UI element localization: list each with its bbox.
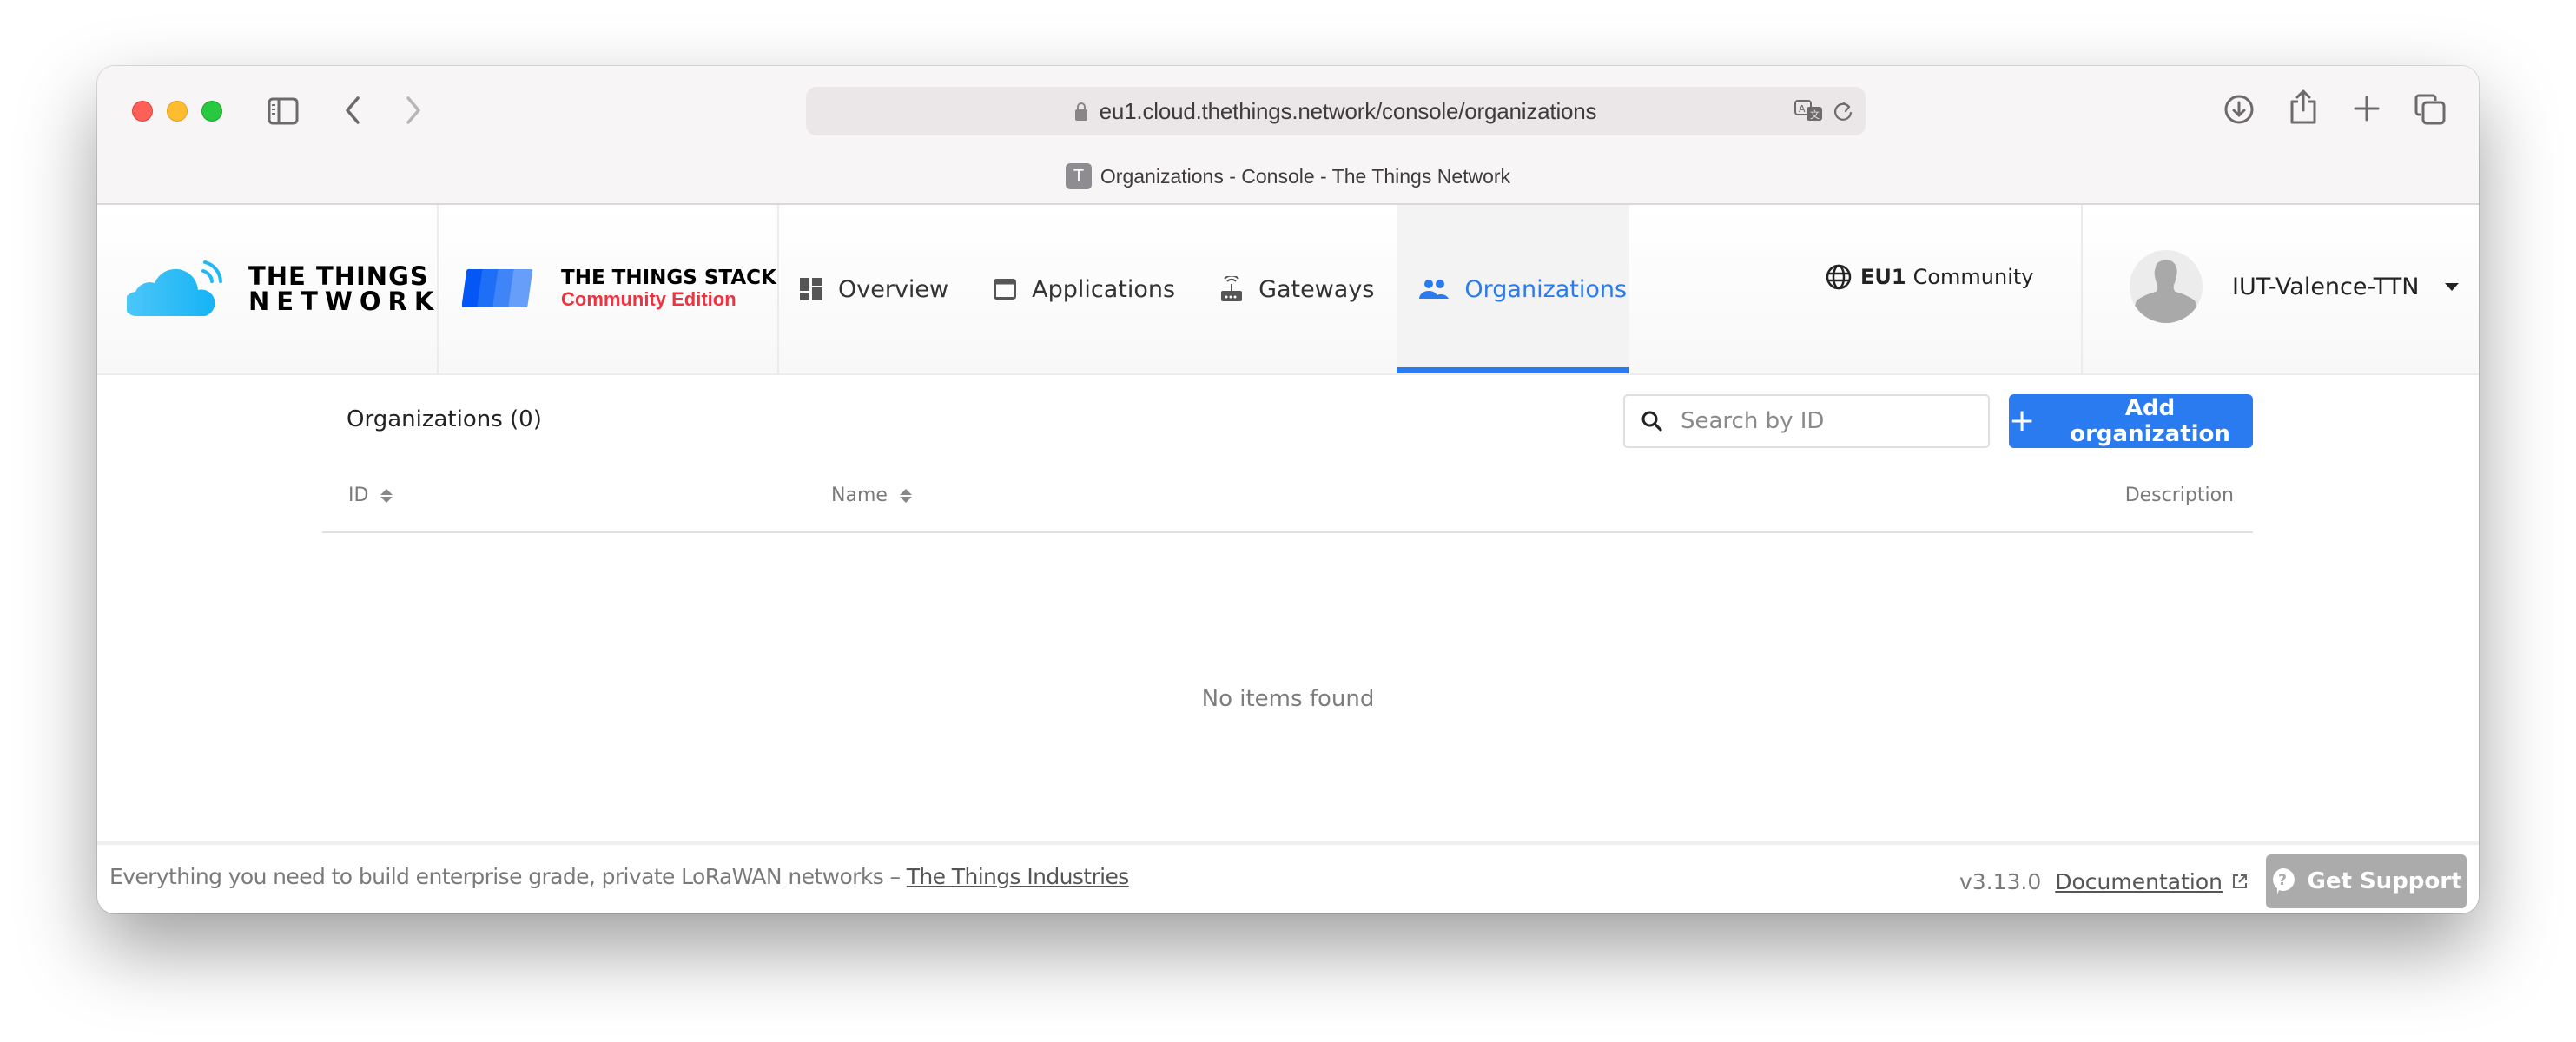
help-icon: ? xyxy=(2270,867,2295,895)
browser-titlebar: eu1.cloud.thethings.network/console/orga… xyxy=(97,66,2479,205)
add-organization-button[interactable]: + Add organization xyxy=(2009,394,2253,448)
nav-item-applications[interactable]: Applications xyxy=(971,205,1198,373)
column-header-name[interactable]: Name xyxy=(831,485,912,506)
avatar xyxy=(2130,250,2203,323)
minimize-window-button[interactable] xyxy=(167,101,188,122)
sort-icon xyxy=(380,488,393,503)
ttn-logo-line1: THE THINGS xyxy=(248,261,429,291)
nav-item-overview[interactable]: Overview xyxy=(777,205,971,373)
favicon-icon: T xyxy=(1065,163,1092,189)
people-icon xyxy=(1419,279,1450,300)
ttn-logo-line2: NETWORK xyxy=(248,287,441,316)
table-header: ID Name Description xyxy=(322,485,2253,533)
caret-down-icon xyxy=(2445,282,2460,291)
cloud-icon xyxy=(127,260,222,317)
footer-tagline: Everything you need to build enterprise … xyxy=(109,864,1129,889)
svg-text:文: 文 xyxy=(1810,109,1820,121)
empty-state-message: No items found xyxy=(1201,686,1375,712)
app-header: THE THINGS NETWORK THE THINGS STACK Comm… xyxy=(97,205,2479,375)
get-support-button[interactable]: ? Get Support xyxy=(2266,854,2467,908)
browser-window: eu1.cloud.thethings.network/console/orga… xyxy=(97,66,2479,913)
user-silhouette-icon xyxy=(2130,260,2203,323)
download-icon[interactable] xyxy=(2223,94,2255,125)
forward-icon[interactable] xyxy=(405,96,422,125)
header-divider xyxy=(2081,205,2083,373)
cluster-indicator[interactable]: EU1 Community xyxy=(1826,264,2034,290)
stack-icon xyxy=(462,269,533,307)
new-tab-icon[interactable] xyxy=(2352,94,2381,123)
nav-item-organizations[interactable]: Organizations xyxy=(1397,205,1630,373)
close-window-button[interactable] xyxy=(132,101,153,122)
column-header-description: Description xyxy=(2124,485,2234,506)
reload-icon[interactable] xyxy=(1833,100,1853,127)
ttn-logo[interactable]: THE THINGS NETWORK xyxy=(127,260,440,318)
nav-item-gateways[interactable]: Gateways xyxy=(1198,205,1397,373)
nav-label: Overview xyxy=(838,275,949,303)
main-content: Organizations (0) + Add organization ID … xyxy=(97,375,2479,841)
sidebar-toggle-icon[interactable] xyxy=(268,97,299,125)
translate-icon[interactable]: A文 xyxy=(1794,100,1824,127)
column-header-id[interactable]: ID xyxy=(348,485,393,506)
url-text: eu1.cloud.thethings.network/console/orga… xyxy=(1099,97,1597,124)
tts-logo[interactable]: THE THINGS STACK Community Edition xyxy=(462,266,776,311)
dashboard-icon xyxy=(800,278,822,300)
main-nav: Overview Applications Gateways Organizat… xyxy=(777,205,1630,373)
documentation-link[interactable]: Documentation xyxy=(2055,869,2223,894)
tab-overview-icon[interactable] xyxy=(2414,94,2447,125)
search-icon xyxy=(1641,410,1663,432)
share-icon[interactable] xyxy=(2289,89,2317,125)
add-organization-label: Add organization xyxy=(2070,395,2230,447)
tts-logo-line1: THE THINGS STACK xyxy=(561,267,776,290)
globe-icon xyxy=(1826,264,1852,290)
router-icon xyxy=(1220,276,1243,302)
search-field[interactable] xyxy=(1623,394,1990,448)
sort-icon xyxy=(899,488,912,503)
back-icon[interactable] xyxy=(344,96,361,125)
nav-label: Applications xyxy=(1032,275,1176,303)
window-icon xyxy=(994,278,1017,300)
user-menu[interactable]: IUT-Valence-TTN xyxy=(2130,250,2460,323)
tab-title-text: Organizations - Console - The Things Net… xyxy=(1100,164,1511,188)
cluster-code: EU1 xyxy=(1860,265,1906,289)
zoom-window-button[interactable] xyxy=(201,101,222,122)
page-title: Organizations (0) xyxy=(347,406,542,432)
tts-logo-line2: Community Edition xyxy=(561,287,736,310)
footer: Everything you need to build enterprise … xyxy=(97,841,2479,913)
address-bar[interactable]: eu1.cloud.thethings.network/console/orga… xyxy=(806,87,1866,135)
nav-label: Gateways xyxy=(1258,275,1375,303)
external-link-icon xyxy=(2231,873,2249,890)
header-divider xyxy=(437,205,439,373)
user-name: IUT-Valence-TTN xyxy=(2232,273,2420,300)
lock-icon xyxy=(1074,102,1087,121)
the-things-industries-link[interactable]: The Things Industries xyxy=(907,864,1130,889)
svg-text:?: ? xyxy=(2279,872,2288,889)
cluster-label: Community xyxy=(1912,265,2034,289)
plus-icon: + xyxy=(2009,403,2036,439)
svg-text:A: A xyxy=(1799,103,1806,115)
nav-label: Organizations xyxy=(1464,275,1628,303)
get-support-label: Get Support xyxy=(2307,868,2462,894)
search-input[interactable] xyxy=(1681,408,1976,434)
version-label: v3.13.0 xyxy=(1958,868,2042,894)
active-tab[interactable]: T Organizations - Console - The Things N… xyxy=(97,163,2479,189)
